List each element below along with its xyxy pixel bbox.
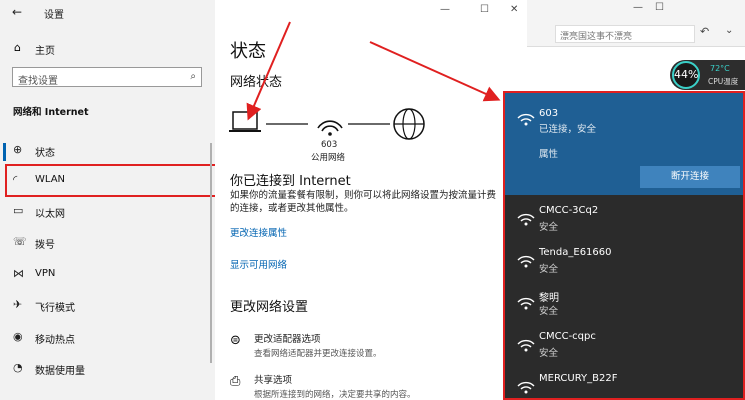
arrow-to-wifi-panel xyxy=(369,41,501,102)
arrow-to-laptop xyxy=(246,21,291,121)
wifi-panel-highlight-box xyxy=(503,91,745,400)
